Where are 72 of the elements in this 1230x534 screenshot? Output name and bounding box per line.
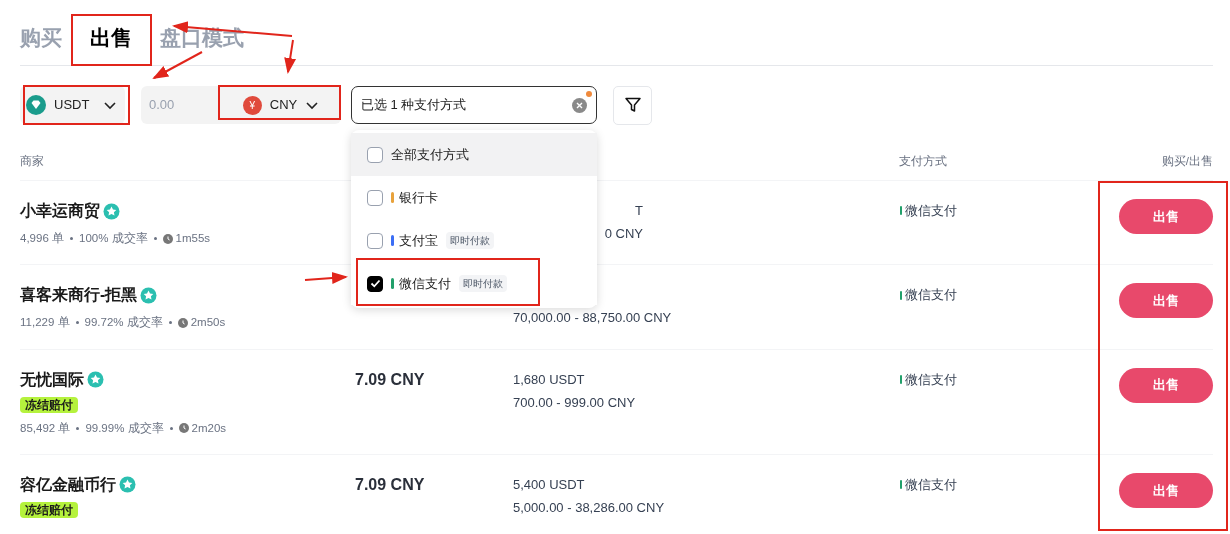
clock-icon bbox=[178, 423, 189, 434]
time-text: 1m55s bbox=[175, 231, 211, 246]
filter-icon bbox=[623, 96, 642, 114]
time-text: 2m50s bbox=[190, 315, 226, 331]
sell-button[interactable]: 出售 bbox=[1119, 283, 1213, 319]
price-text: 7.09 CNY bbox=[355, 370, 425, 388]
tag: 即时付款 bbox=[446, 232, 494, 249]
stat-text: 85,492 单 bbox=[20, 420, 71, 436]
amount-text: 5,400 USDT bbox=[513, 475, 585, 494]
check-icon bbox=[369, 278, 381, 289]
column-header: 购买/出售 bbox=[1161, 153, 1213, 169]
annotation-arrow bbox=[284, 39, 297, 74]
stat-text: 99.99% 成交率 bbox=[85, 420, 164, 436]
option-label: 银行卡 bbox=[399, 188, 438, 207]
stat-text: 11,229 单 bbox=[20, 315, 70, 331]
column-header: 支付方式 bbox=[899, 153, 947, 169]
dot-separator bbox=[76, 426, 80, 430]
menu-item[interactable]: 全部支付方式 bbox=[351, 133, 597, 176]
clock-icon bbox=[162, 233, 173, 244]
menu-item[interactable]: 银行卡 bbox=[351, 176, 597, 219]
dot-separator bbox=[75, 321, 79, 325]
annotation-arrow bbox=[304, 272, 348, 284]
checkbox[interactable] bbox=[367, 189, 383, 206]
column-header: 商家 bbox=[20, 153, 44, 169]
amount-field[interactable]: 0.00 ¥ CNY bbox=[141, 86, 341, 124]
yuan-coin-icon: ¥ bbox=[242, 95, 262, 115]
payment-method-select[interactable]: 已选 1 种支付方式 bbox=[351, 86, 597, 124]
dot-separator bbox=[168, 321, 172, 325]
fiat-select[interactable]: ¥ CNY bbox=[221, 89, 341, 121]
checkbox[interactable] bbox=[367, 275, 383, 292]
amount-text: T bbox=[635, 202, 643, 220]
tag: 冻结赔付 bbox=[20, 396, 78, 413]
dot-separator bbox=[70, 237, 73, 241]
crypto-select[interactable]: USDT bbox=[20, 86, 125, 124]
payment-method: 微信支付 bbox=[905, 286, 957, 305]
diamond-coin-icon bbox=[26, 95, 46, 115]
option-label: 支付宝 bbox=[399, 231, 438, 250]
option-label: 全部支付方式 bbox=[391, 145, 469, 164]
payment-method: 微信支付 bbox=[905, 370, 957, 389]
filter-button[interactable] bbox=[613, 85, 652, 125]
amount-text: 1,680 USDT bbox=[513, 370, 585, 389]
checkbox[interactable] bbox=[367, 232, 383, 249]
sell-button[interactable]: 出售 bbox=[1119, 472, 1213, 508]
sell-button[interactable]: 出售 bbox=[1119, 367, 1213, 403]
limit-text: 0 CNY bbox=[604, 225, 643, 243]
merchant-name[interactable]: 无忧国际 bbox=[20, 367, 84, 392]
limit-text: 70,000.00 - 88,750.00 CNY bbox=[513, 309, 672, 328]
clock-icon bbox=[177, 317, 188, 328]
time-text: 2m20s bbox=[191, 420, 227, 436]
payment-method: 微信支付 bbox=[905, 475, 957, 494]
option-label: 微信支付 bbox=[399, 274, 451, 293]
stat-text: 99.72% 成交率 bbox=[84, 315, 163, 331]
menu-item[interactable]: 微信支付 即时付款 bbox=[351, 262, 597, 305]
limit-text: 700.00 - 999.00 CNY bbox=[513, 393, 636, 412]
clear-icon[interactable] bbox=[572, 97, 587, 113]
merchant-name[interactable]: 小幸运商贸 bbox=[20, 199, 100, 223]
dot-separator bbox=[153, 237, 157, 241]
checkbox[interactable] bbox=[367, 146, 383, 163]
merchant-name[interactable]: 喜客来商行-拒黑 bbox=[20, 283, 138, 308]
stat-text: 4,996 单 bbox=[20, 231, 64, 246]
tag: 即时付款 bbox=[459, 275, 507, 292]
dot-separator bbox=[169, 426, 173, 430]
sell-button[interactable]: 出售 bbox=[1119, 199, 1213, 234]
stat-text: 100% 成交率 bbox=[79, 231, 148, 246]
tag: 冻结赔付 bbox=[20, 501, 78, 518]
payment-method: 微信支付 bbox=[905, 202, 957, 220]
price-text: 7.09 CNY bbox=[355, 475, 425, 493]
tab[interactable]: 出售 bbox=[90, 23, 132, 53]
annotation-arrow bbox=[152, 51, 203, 79]
limit-text: 5,000.00 - 38,286.00 CNY bbox=[513, 498, 665, 517]
merchant-name[interactable]: 容亿金融币行 bbox=[20, 472, 116, 497]
menu-item[interactable]: 支付宝 即时付款 bbox=[351, 219, 597, 262]
